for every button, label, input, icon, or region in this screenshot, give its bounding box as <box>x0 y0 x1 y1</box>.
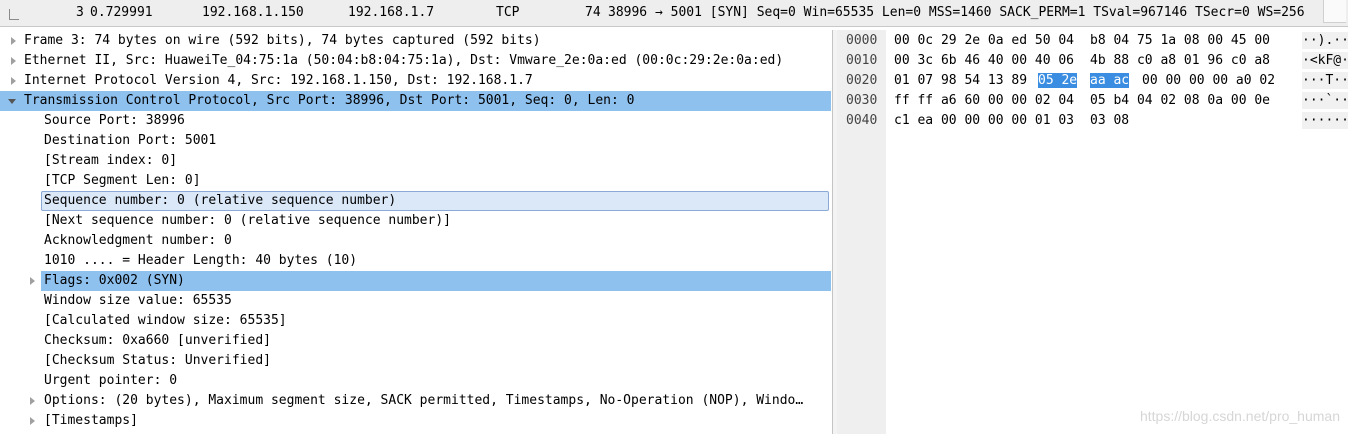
tcp-field-ack[interactable]: Acknowledgment number: 0 <box>0 231 831 251</box>
tcp-field-calc-window[interactable]: [Calculated window size: 65535] <box>0 311 831 331</box>
tcp-field-sequence-number[interactable]: Sequence number: 0 (relative sequence nu… <box>0 191 831 211</box>
tcp-field-stream-index[interactable]: [Stream index: 0] <box>0 151 831 171</box>
ascii-cell[interactable]: ···T·· <box>1302 72 1348 89</box>
ascii-text: ···T·· <box>1302 73 1348 88</box>
field-label: Options: (20 bytes), Maximum segment siz… <box>44 393 804 408</box>
ascii-text: ·<kF@· <box>1302 53 1348 68</box>
expand-arrow-icon[interactable] <box>30 397 35 405</box>
tcp-field-checksum-status[interactable]: [Checksum Status: Unverified] <box>0 351 831 371</box>
tcp-field-timestamps[interactable]: [Timestamps] <box>0 411 831 431</box>
watermark: https://blog.csdn.net/pro_human <box>1139 408 1340 424</box>
field-label: [Timestamps] <box>44 413 138 428</box>
tcp-field-window[interactable]: Window size value: 65535 <box>0 291 831 311</box>
scrollbar-corner[interactable] <box>1323 0 1346 23</box>
packet-list-row[interactable]: 3 0.729991 192.168.1.150 192.168.1.7 TCP… <box>0 0 1348 27</box>
hex-line[interactable]: 0000 00 0c 29 2e 0a ed 50 04 b8 04 75 1a… <box>837 31 1270 51</box>
tcp-field-segment-len[interactable]: [TCP Segment Len: 0] <box>0 171 831 191</box>
packet-source: 192.168.1.150 <box>202 5 304 20</box>
packet-info: 38996 → 5001 [SYN] Seq=0 Win=65535 Len=0… <box>608 5 1305 20</box>
tree-item-label: Ethernet II, Src: HuaweiTe_04:75:1a (50:… <box>24 53 784 68</box>
ascii-cell[interactable]: ·<kF@· <box>1302 52 1348 69</box>
ascii-cell[interactable]: ······ <box>1302 112 1348 129</box>
expand-arrow-icon[interactable] <box>30 277 35 285</box>
field-label: Checksum: 0xa660 [unverified] <box>44 333 271 348</box>
hex-bytes[interactable]: 00 3c 6b 46 40 00 40 06 <box>894 53 1074 68</box>
field-label: [Next sequence number: 0 (relative seque… <box>44 213 451 228</box>
tcp-field-src-port[interactable]: Source Port: 38996 <box>0 111 831 131</box>
tree-item-label: Transmission Control Protocol, Src Port:… <box>24 93 635 108</box>
ascii-text: ···`·· <box>1302 93 1348 108</box>
hex-bytes[interactable]: 01 07 98 54 13 89 <box>894 73 1027 88</box>
hex-bytes[interactable]: b8 04 75 1a 08 00 45 00 <box>1090 33 1270 48</box>
expand-arrow-icon[interactable] <box>30 417 35 425</box>
tree-item-ip[interactable]: Internet Protocol Version 4, Src: 192.16… <box>0 71 831 91</box>
packet-length: 74 <box>585 5 601 20</box>
hex-bytes[interactable]: 05 b4 04 02 08 0a 00 0e <box>1090 93 1270 108</box>
hex-line[interactable]: 0040 c1 ea 00 00 00 00 01 03 03 08 <box>837 111 1129 131</box>
hex-offset: 0040 <box>846 113 878 128</box>
hex-bytes[interactable]: 4b 88 c0 a8 01 96 c0 a8 <box>1090 53 1270 68</box>
hex-line[interactable]: 0010 00 3c 6b 46 40 00 40 06 4b 88 c0 a8… <box>837 51 1270 71</box>
field-label: Source Port: 38996 <box>44 113 185 128</box>
hex-offset: 0010 <box>846 53 878 68</box>
field-label: Window size value: 65535 <box>44 293 232 308</box>
tcp-field-header-length[interactable]: 1010 .... = Header Length: 40 bytes (10) <box>0 251 831 271</box>
field-label: Acknowledgment number: 0 <box>44 233 232 248</box>
tcp-field-urgent[interactable]: Urgent pointer: 0 <box>0 371 831 391</box>
packet-time: 0.729991 <box>90 5 153 20</box>
expand-arrow-icon[interactable] <box>11 77 16 85</box>
packet-details-pane[interactable]: Frame 3: 74 bytes on wire (592 bits), 74… <box>0 30 833 434</box>
tree-item-label: Internet Protocol Version 4, Src: 192.16… <box>24 73 533 88</box>
collapse-arrow-icon[interactable] <box>8 99 16 104</box>
expand-arrow-icon[interactable] <box>11 57 16 65</box>
field-label: Sequence number: 0 (relative sequence nu… <box>44 193 397 208</box>
hex-bytes[interactable]: ff ff a6 60 00 00 02 04 <box>894 93 1074 108</box>
packet-protocol: TCP <box>496 5 520 20</box>
field-label: Urgent pointer: 0 <box>44 373 178 388</box>
tree-item-ethernet[interactable]: Ethernet II, Src: HuaweiTe_04:75:1a (50:… <box>0 51 831 71</box>
tcp-field-checksum[interactable]: Checksum: 0xa660 [unverified] <box>0 331 831 351</box>
ascii-cell[interactable]: ···`·· <box>1302 92 1348 109</box>
hex-offset: 0020 <box>846 73 878 88</box>
packet-destination: 192.168.1.7 <box>348 5 435 20</box>
ascii-text: ··).·· <box>1302 33 1348 48</box>
hex-bytes[interactable]: 00 0c 29 2e 0a ed 50 04 <box>894 33 1074 48</box>
ascii-cell[interactable]: ··).·· <box>1302 32 1348 49</box>
field-label: [Calculated window size: 65535] <box>44 313 287 328</box>
tcp-field-options[interactable]: Options: (20 bytes), Maximum segment siz… <box>0 391 831 411</box>
tree-item-frame[interactable]: Frame 3: 74 bytes on wire (592 bits), 74… <box>0 31 831 51</box>
tcp-field-next-seq[interactable]: [Next sequence number: 0 (relative seque… <box>0 211 831 231</box>
tcp-field-dst-port[interactable]: Destination Port: 5001 <box>0 131 831 151</box>
hex-bytes[interactable]: 00 00 00 00 a0 02 <box>1142 73 1275 88</box>
field-label: 1010 .... = Header Length: 40 bytes (10) <box>44 253 358 268</box>
tree-item-label: Frame 3: 74 bytes on wire (592 bits), 74… <box>24 33 541 48</box>
field-label: Destination Port: 5001 <box>44 133 217 148</box>
packet-bytes-pane[interactable]: 0000 00 0c 29 2e 0a ed 50 04 b8 04 75 1a… <box>837 30 1348 434</box>
hex-line[interactable]: 0020 01 07 98 54 13 89 05 2e aa ac 00 00… <box>837 71 1275 91</box>
hex-bytes[interactable]: 03 08 <box>1090 113 1129 128</box>
tree-line-icon <box>9 9 19 20</box>
field-label: [Checksum Status: Unverified] <box>44 353 271 368</box>
tcp-field-flags[interactable]: Flags: 0x002 (SYN) <box>30 271 831 291</box>
field-label: Flags: 0x002 (SYN) <box>44 273 185 288</box>
packet-number: 3 <box>76 5 84 20</box>
hex-offset: 0000 <box>846 33 878 48</box>
hex-bytes-highlight[interactable]: aa ac <box>1090 73 1130 88</box>
hex-offset: 0030 <box>846 93 878 108</box>
field-label: [Stream index: 0] <box>44 153 178 168</box>
hex-line[interactable]: 0030 ff ff a6 60 00 00 02 04 05 b4 04 02… <box>837 91 1270 111</box>
ascii-text: ······ <box>1302 113 1348 128</box>
tree-item-tcp[interactable]: Transmission Control Protocol, Src Port:… <box>0 91 831 111</box>
field-label: [TCP Segment Len: 0] <box>44 173 201 188</box>
hex-bytes[interactable]: c1 ea 00 00 00 00 01 03 <box>894 113 1074 128</box>
hex-bytes-highlight[interactable]: 05 2e <box>1038 73 1078 88</box>
expand-arrow-icon[interactable] <box>11 37 16 45</box>
